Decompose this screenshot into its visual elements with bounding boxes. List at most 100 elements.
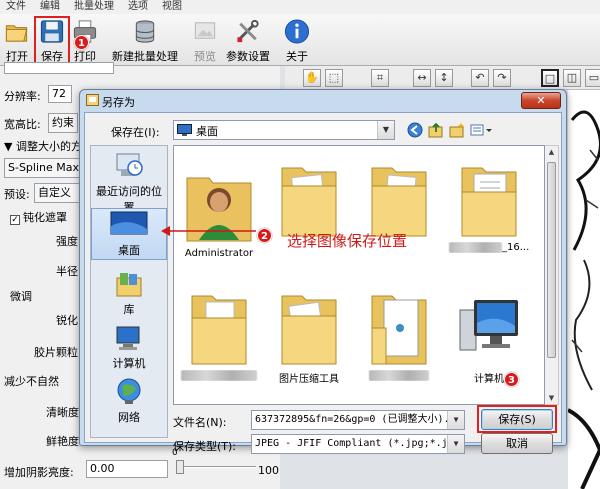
menu-bar: 文件 编辑 批量处理 选项 视图 <box>0 0 600 14</box>
chevron-down-icon[interactable]: ▼ <box>447 411 464 429</box>
preset-select[interactable]: 自定义 <box>34 183 80 203</box>
resolution-input[interactable]: 72 <box>48 85 72 103</box>
film-grain-label: 胶片颗粒 <box>34 346 78 359</box>
info-icon <box>284 19 310 44</box>
preview-button[interactable]: 预览 <box>190 16 220 64</box>
dialog-body: 保存在(I): 桌面 ▼ 最近访问的位置 桌面 库 <box>84 112 562 454</box>
file-list-view: Administrator xxxxxxxxx_16... xxxxxxxxxx… <box>173 145 545 405</box>
settings-button[interactable]: 参数设置 <box>226 16 270 64</box>
filename-label: 文件名(N): <box>173 416 227 429</box>
save-in-select[interactable]: 桌面 ▼ <box>173 120 395 140</box>
preview-icon <box>194 22 216 39</box>
place-computer[interactable]: 计算机 <box>91 324 167 372</box>
select-tool-icon[interactable]: ⬚ <box>325 69 343 87</box>
radius-label: 半径 <box>56 265 78 278</box>
adjust-size-section[interactable]: ▼ 调整大小的方 <box>4 138 82 154</box>
about-button-label: 关于 <box>286 50 308 63</box>
new-batch-button[interactable]: 新建批量处理 <box>108 16 182 64</box>
back-arrow-icon[interactable] <box>407 122 423 138</box>
rotate-left-icon[interactable]: ↶ <box>471 69 489 87</box>
place-libraries[interactable]: 库 <box>91 270 167 318</box>
compare-view-icon[interactable]: ▭ <box>585 69 600 87</box>
about-button[interactable]: 关于 <box>282 16 312 64</box>
settings-button-label: 参数设置 <box>226 50 270 63</box>
preset-label: 预设: <box>4 188 30 201</box>
menu-batch[interactable]: 批量处理 <box>74 0 114 14</box>
image-canvas <box>568 90 600 489</box>
scroll-thumb[interactable] <box>547 162 556 358</box>
file-item-folder-7[interactable]: xxxxxxxxxx <box>356 288 442 381</box>
menu-edit[interactable]: 编辑 <box>40 0 60 14</box>
file-item-folder-2[interactable] <box>266 160 352 240</box>
shadow-max-label: 100 <box>258 464 279 477</box>
vivid-label: 鲜艳度 <box>46 435 79 448</box>
scroll-down-icon[interactable]: ▼ <box>545 392 558 404</box>
file-list-scrollbar[interactable]: ▲ ▼ <box>545 145 559 405</box>
file-item-image-compress-tool[interactable]: 图片压缩工具 <box>266 288 352 385</box>
desktop-icon <box>110 211 148 235</box>
file-item-administrator[interactable]: Administrator <box>176 168 262 259</box>
callout-arrow <box>161 226 256 236</box>
shadow-slider-track[interactable] <box>176 466 256 468</box>
folder-icon <box>281 295 337 365</box>
sharpen-mask-checkbox[interactable]: ✓ <box>10 215 20 225</box>
resolution-label: 分辨率: <box>4 90 41 103</box>
sharpen-label: 锐化 <box>56 314 78 327</box>
file-item-folder-5[interactable]: xxxxxxxxxxxxx <box>176 288 262 381</box>
rotate-right-icon[interactable]: ↷ <box>493 69 511 87</box>
libraries-icon <box>116 273 142 297</box>
file-item-folder-4[interactable]: xxxxxxxxx_16... <box>446 160 532 253</box>
open-button[interactable]: 打开 <box>2 16 32 64</box>
desktop-small-icon <box>177 124 192 136</box>
fit-width-icon[interactable]: ↔ <box>413 69 431 87</box>
reduce-unnatural-label: 减少不自然 <box>4 375 59 388</box>
step-badge-2: 2 <box>257 228 272 243</box>
place-computer-label: 计算机 <box>112 357 146 370</box>
aspect-select[interactable]: 约束 <box>48 113 78 133</box>
fit-height-icon[interactable]: ↕ <box>435 69 453 87</box>
dialog-close-button[interactable]: ✕ <box>521 92 561 109</box>
filetype-select[interactable]: JPEG - JFIF Compliant (*.jpg;*.jpeg;* ▼ <box>251 434 465 454</box>
shadow-label: 增加阴影亮度: <box>4 466 74 479</box>
file-item-folder-3[interactable] <box>356 160 442 240</box>
hand-tool-icon[interactable]: ✋ <box>303 69 321 87</box>
file-item-folder-7-name: xxxxxxxxxx <box>356 370 442 381</box>
place-network-label: 网络 <box>118 411 140 424</box>
menu-options[interactable]: 选项 <box>128 0 148 14</box>
menu-view[interactable]: 视图 <box>162 0 182 14</box>
toolbar: 打开 保存 打印 新建批量处理 预览 参数设置 关于 <box>0 14 600 66</box>
sharpen-mask-label: 钝化遮罩 <box>23 211 67 224</box>
folder-icon <box>371 167 427 237</box>
dialog-cancel-button[interactable]: 取消 <box>481 433 553 454</box>
place-network[interactable]: 网络 <box>91 376 167 426</box>
new-folder-icon[interactable] <box>449 122 465 138</box>
shadow-slider-thumb[interactable] <box>176 460 184 474</box>
place-desktop[interactable]: 桌面 <box>91 208 167 260</box>
file-item-folder-5-name: xxxxxxxxxxxxx <box>176 370 262 381</box>
view-menu-icon[interactable] <box>470 122 492 138</box>
filename-input[interactable]: 637372895&fn=26&gp=0 (已调整大小).jpg ▼ <box>251 410 465 430</box>
folder-icon <box>191 295 247 365</box>
file-item-administrator-name: Administrator <box>184 248 254 259</box>
file-item-computer-name: 计算机 <box>474 374 504 385</box>
fine-tune-label: 微调 <box>10 290 32 303</box>
recent-places-icon <box>116 153 143 176</box>
single-view-icon[interactable]: □ <box>541 69 559 87</box>
menu-file[interactable]: 文件 <box>6 0 26 14</box>
crop-tool-icon[interactable]: ⌗ <box>371 69 389 87</box>
file-item-image-compress-tool-name: 图片压缩工具 <box>279 374 339 385</box>
file-item-computer[interactable]: 计算机 <box>446 288 532 385</box>
chevron-down-icon[interactable]: ▼ <box>447 435 464 453</box>
place-recent[interactable]: 最近访问的位置 <box>91 150 167 214</box>
dialog-title: 另存为 <box>102 96 135 109</box>
new-batch-button-label: 新建批量处理 <box>112 50 178 63</box>
dialog-save-button[interactable]: 保存(S) <box>481 409 553 430</box>
sharpen-mask-row[interactable]: ✓ 钝化遮罩 <box>10 209 67 225</box>
step-badge-1: 1 <box>74 35 89 50</box>
algorithm-select[interactable]: S-Spline Max <box>4 158 80 178</box>
scroll-up-icon[interactable]: ▲ <box>545 146 558 158</box>
split-view-icon[interactable]: ◫ <box>563 69 581 87</box>
up-folder-icon[interactable] <box>428 122 444 138</box>
shadow-input[interactable]: 0.00 <box>86 460 168 478</box>
size-field[interactable] <box>4 62 114 74</box>
